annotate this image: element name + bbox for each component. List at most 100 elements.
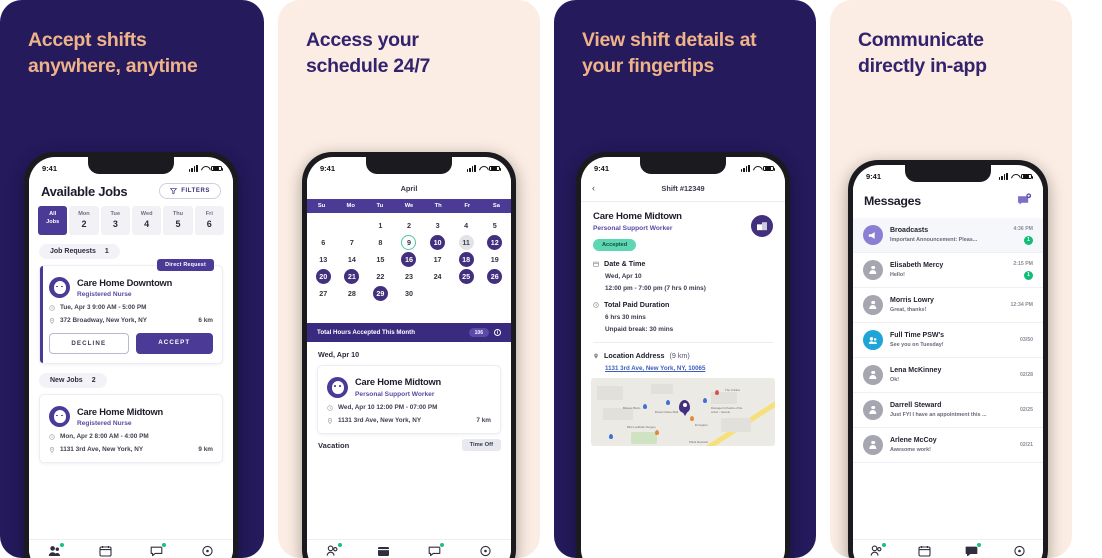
day-selector[interactable]: All Jobs Mon 2 Tue 3 Wed 4 Thu 5 Fri 6 (29, 206, 233, 236)
wifi-icon (479, 166, 487, 172)
message-sender: Broadcasts (890, 227, 929, 235)
tab-messages[interactable]: Messages (948, 542, 996, 558)
schedule-shift-card[interactable]: Care Home Midtown Personal Support Worke… (317, 365, 501, 434)
calendar-grid[interactable]: 1 2 3 4 5 6 7 8 9 10 11 12 13 14 15 16 17 18 19 20 21 22 23 24 2… (307, 213, 511, 323)
message-row[interactable]: Lena McKinney Ok! 02/28 (853, 358, 1043, 393)
message-row[interactable]: Arlene McCoy Awesome work! 02/21 (853, 428, 1043, 463)
calendar-day-25[interactable]: 25 (452, 268, 481, 284)
day-chip-wed[interactable]: Wed 4 (131, 206, 162, 236)
tab-jobs[interactable]: Jobs (307, 542, 358, 558)
battery-icon (489, 165, 502, 172)
calendar-day-number: 7 (349, 237, 354, 247)
calendar-day-2[interactable]: 2 (395, 217, 424, 233)
new-message-icon[interactable] (1017, 192, 1032, 210)
location-map[interactable]: Bohem Bistro Brook eStree Mall Dainager'… (591, 378, 775, 446)
calendar-day-27[interactable]: 27 (309, 285, 338, 301)
day-chip-mon[interactable]: Mon 2 (69, 206, 99, 236)
person-icon (863, 365, 883, 385)
calendar-day-9[interactable]: 9 (395, 234, 424, 250)
more-icon (1013, 544, 1026, 557)
calendar-day-26[interactable]: 26 (480, 268, 509, 284)
calendar-day-empty (309, 217, 338, 233)
day-chip-fri[interactable]: Fri 6 (194, 206, 224, 236)
calendar-day-number (316, 303, 331, 318)
tab-messages[interactable]: Messages (131, 542, 182, 558)
calendar-day-15[interactable]: 15 (366, 251, 395, 267)
calendar-day-6[interactable]: 6 (309, 234, 338, 250)
info-icon[interactable]: i (494, 329, 501, 336)
message-row[interactable]: Broadcasts Important Announcement: Pleas.… (853, 218, 1043, 253)
day-chip-thu[interactable]: Thu 5 (163, 206, 193, 236)
time-off-badge[interactable]: Time Off (461, 439, 501, 451)
decline-button[interactable]: DECLINE (49, 333, 129, 355)
job-role: Registered Nurse (77, 291, 132, 299)
calendar-day-7[interactable]: 7 (338, 234, 367, 250)
weekday: Fr (464, 203, 471, 209)
message-row[interactable]: Morris Lowry Great, thanks! 12:34 PM (853, 288, 1043, 323)
calendar-day-23[interactable]: 23 (395, 268, 424, 284)
pin-icon (49, 447, 55, 453)
total-hours-label: Total Hours Accepted This Month (317, 329, 415, 336)
panel-1-headline: Accept shifts anywhere, anytime (28, 29, 198, 77)
tab-messages[interactable]: Messages (409, 542, 460, 558)
calendar-day-4[interactable]: 4 (452, 217, 481, 233)
day-chip-tue[interactable]: Tue 3 (100, 206, 130, 236)
calendar-day-17[interactable]: 17 (423, 251, 452, 267)
tab-more[interactable]: More (182, 544, 233, 558)
calendar-day-10[interactable]: 10 (423, 234, 452, 250)
location-address-link[interactable]: 1131 3rd Ave, New York, NY, 10065 (605, 365, 773, 372)
calendar-day-16[interactable]: 16 (395, 251, 424, 267)
job-distance: 9 km (198, 446, 213, 454)
schedule-screen: April Su Mo Tu We Th Fr Sa 1 2 3 4 5 6 7 8 9 10 11… (307, 177, 511, 558)
tab-schedule[interactable]: Schedule (80, 544, 131, 558)
calendar-day-30[interactable]: 30 (395, 285, 424, 301)
calendar-day-number: 9 (401, 234, 417, 250)
calendar-day-number: 14 (347, 254, 356, 264)
day-chip-all[interactable]: All Jobs (38, 206, 68, 236)
tab-schedule[interactable]: Schedule (901, 544, 949, 558)
page-title: Messages (864, 194, 921, 208)
calendar-day-24[interactable]: 24 (423, 268, 452, 284)
message-time: 02/21 (1020, 442, 1033, 448)
section-job-requests: Job Requests 1 (39, 244, 120, 260)
message-row[interactable]: Full Time PSW's See you on Tuesday! 03/50 (853, 323, 1043, 358)
tab-more[interactable]: More (460, 544, 511, 558)
accept-button[interactable]: ACCEPT (135, 333, 213, 355)
job-request-card[interactable]: Direct Request Care Home Downtown Regist… (39, 259, 223, 365)
message-row[interactable]: Darrell Steward Just FYI I have an appoin… (853, 393, 1043, 428)
tab-more[interactable]: More (996, 544, 1044, 558)
calendar-day-20[interactable]: 20 (309, 268, 338, 284)
filters-button[interactable]: FILTERS (159, 183, 221, 199)
day-label: Fri (205, 211, 213, 217)
calendar-month-label: April (400, 184, 418, 193)
calendar-day-1[interactable]: 1 (366, 217, 395, 233)
calendar-day-3[interactable]: 3 (423, 217, 452, 233)
tab-jobs[interactable]: Jobs (29, 542, 80, 558)
bottom-tab-bar[interactable]: Jobs Schedule (29, 539, 233, 558)
calendar-day-21[interactable]: 21 (338, 268, 367, 284)
calendar-day-number: 10 (430, 234, 446, 250)
bottom-tab-bar[interactable]: Jobs Schedule (853, 539, 1043, 558)
new-job-card[interactable]: Care Home Midtown Registered Nurse Mon, … (39, 394, 223, 464)
calendar-day-11[interactable]: 11 (452, 234, 481, 250)
calendar-day-19[interactable]: 19 (480, 251, 509, 267)
job-distance: 6 km (198, 317, 213, 325)
calendar-day-14[interactable]: 14 (338, 251, 367, 267)
calendar-day-5[interactable]: 5 (480, 217, 509, 233)
facility-icon[interactable] (751, 215, 773, 237)
messages-list[interactable]: Broadcasts Important Announcement: Pleas.… (853, 218, 1043, 463)
calendar-day-18[interactable]: 18 (452, 251, 481, 267)
panel-gap-1 (264, 0, 278, 558)
tab-jobs[interactable]: Jobs (853, 542, 901, 558)
tab-schedule[interactable]: Schedule (358, 544, 409, 558)
calendar-day-13[interactable]: 13 (309, 251, 338, 267)
calendar-day-12[interactable]: 12 (480, 234, 509, 250)
panel-access-schedule: Access your schedule 24/7 9:41 April Su (278, 0, 540, 558)
day-label: All (49, 211, 57, 217)
message-row[interactable]: Elisabeth Mercy Hello! 2:15 PM 1 (853, 253, 1043, 288)
bottom-tab-bar[interactable]: Jobs Schedule (307, 539, 511, 558)
calendar-day-29[interactable]: 29 (366, 285, 395, 301)
calendar-day-8[interactable]: 8 (366, 234, 395, 250)
calendar-day-22[interactable]: 22 (366, 268, 395, 284)
calendar-day-28[interactable]: 28 (338, 285, 367, 301)
